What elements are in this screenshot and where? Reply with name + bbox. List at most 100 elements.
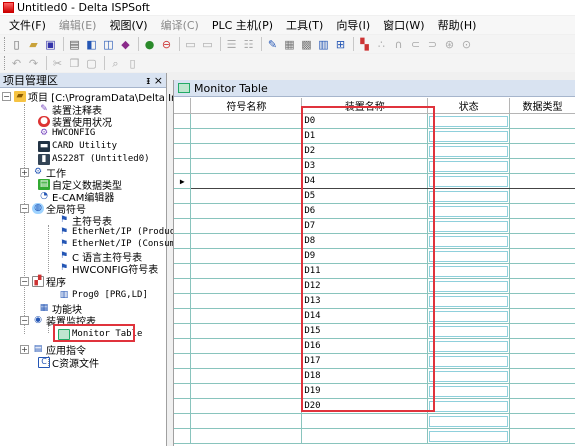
table-row[interactable]: D13 bbox=[174, 293, 575, 309]
row-header[interactable] bbox=[174, 413, 192, 429]
status-cell[interactable] bbox=[427, 428, 511, 444]
device-cell[interactable]: D13 bbox=[301, 293, 429, 309]
tree-item-hwconfig[interactable]: ⚙ HWCONFIG bbox=[38, 127, 95, 139]
status-field[interactable] bbox=[429, 235, 509, 247]
new-file-icon[interactable]: ▯ bbox=[9, 37, 24, 52]
device-cell[interactable]: D20 bbox=[301, 398, 429, 414]
device-cell[interactable] bbox=[301, 428, 429, 444]
row-header[interactable] bbox=[174, 233, 192, 249]
tree-item-c-resources[interactable]: C C资源文件 bbox=[38, 356, 99, 370]
table-row[interactable]: D9 bbox=[174, 248, 575, 264]
table-row[interactable]: D18 bbox=[174, 368, 575, 384]
device-cell[interactable]: D15 bbox=[301, 323, 429, 339]
datatype-cell[interactable] bbox=[509, 398, 575, 414]
tree-item-device-usage[interactable]: ● 装置使用状况 bbox=[38, 115, 112, 129]
device-cell[interactable]: D17 bbox=[301, 353, 429, 369]
datatype-cell[interactable] bbox=[509, 143, 575, 159]
status-field[interactable] bbox=[429, 160, 509, 172]
datatype-cell[interactable] bbox=[509, 428, 575, 444]
symbol-cell[interactable] bbox=[190, 188, 303, 204]
symbol-cell[interactable] bbox=[190, 248, 303, 264]
datatype-cell[interactable] bbox=[509, 248, 575, 264]
book-icon[interactable]: ◆ bbox=[118, 37, 133, 52]
symbol-cell[interactable] bbox=[190, 203, 303, 219]
stop-icon[interactable]: ⊖ bbox=[159, 37, 174, 52]
device-cell[interactable]: D6 bbox=[301, 203, 429, 219]
status-cell[interactable] bbox=[427, 368, 511, 384]
status-cell[interactable] bbox=[427, 278, 511, 294]
collapse-icon[interactable]: − bbox=[2, 91, 11, 101]
status-cell[interactable] bbox=[427, 383, 511, 399]
symbol-cell[interactable] bbox=[190, 398, 303, 414]
status-cell[interactable] bbox=[427, 263, 511, 279]
datatype-cell[interactable] bbox=[509, 293, 575, 309]
menu-item-1[interactable]: 编辑(E) bbox=[59, 17, 97, 33]
row-header[interactable] bbox=[174, 203, 192, 219]
device-cell[interactable]: D16 bbox=[301, 338, 429, 354]
status-cell[interactable] bbox=[427, 233, 511, 249]
table-row[interactable]: D16 bbox=[174, 338, 575, 354]
tree-item-app-instructions[interactable]: + ▤ 应用指令 bbox=[20, 343, 86, 357]
device-cell[interactable]: D4 bbox=[301, 173, 429, 189]
toolbar-grip[interactable] bbox=[4, 56, 7, 70]
table-row[interactable]: ▶ D4 bbox=[174, 173, 575, 189]
status-cell[interactable] bbox=[427, 158, 511, 174]
tree-item-program[interactable]: − ▞ 程序 bbox=[20, 275, 66, 289]
toolbar-grip[interactable] bbox=[4, 37, 7, 51]
row-header[interactable] bbox=[174, 308, 192, 324]
menu-item-3[interactable]: 编译(C) bbox=[161, 17, 199, 33]
symbol-cell[interactable] bbox=[190, 263, 303, 279]
table-row[interactable]: D5 bbox=[174, 188, 575, 204]
symbol-cell[interactable] bbox=[190, 233, 303, 249]
table-row[interactable]: D15 bbox=[174, 323, 575, 339]
device-cell[interactable]: D0 bbox=[301, 113, 429, 129]
print-icon[interactable]: ▤ bbox=[67, 37, 82, 52]
device-cell[interactable] bbox=[301, 413, 429, 429]
device-cell[interactable]: D18 bbox=[301, 368, 429, 384]
row-header[interactable] bbox=[174, 383, 192, 399]
monitor-icon[interactable]: ▩ bbox=[299, 37, 314, 52]
table-row[interactable]: D19 bbox=[174, 383, 575, 399]
online-edit-icon[interactable]: ✎ bbox=[265, 37, 280, 52]
datatype-cell[interactable] bbox=[509, 128, 575, 144]
device-cell[interactable]: D12 bbox=[301, 278, 429, 294]
row-header[interactable] bbox=[174, 278, 192, 294]
symbol-cell[interactable] bbox=[190, 338, 303, 354]
datatype-cell[interactable] bbox=[509, 113, 575, 129]
symbol-cell[interactable] bbox=[190, 413, 303, 429]
symbol-cell[interactable] bbox=[190, 113, 303, 129]
row-header[interactable] bbox=[174, 338, 192, 354]
save-icon[interactable]: ▣ bbox=[43, 37, 58, 52]
table-row[interactable]: D20 bbox=[174, 398, 575, 414]
status-cell[interactable] bbox=[427, 413, 511, 429]
status-cell[interactable] bbox=[427, 353, 511, 369]
symbol-cell[interactable] bbox=[190, 173, 303, 189]
table-row[interactable]: D3 bbox=[174, 158, 575, 174]
window-layout-icon[interactable]: ◧ bbox=[84, 37, 99, 52]
row-header[interactable] bbox=[174, 248, 192, 264]
symbol-cell[interactable] bbox=[190, 158, 303, 174]
datatype-cell[interactable] bbox=[509, 173, 575, 189]
status-field[interactable] bbox=[429, 370, 509, 382]
column-header-symbol[interactable]: 符号名称 bbox=[190, 98, 303, 114]
datatype-cell[interactable] bbox=[509, 338, 575, 354]
symbol-cell[interactable] bbox=[190, 128, 303, 144]
plc-settings-icon[interactable]: ▚ bbox=[357, 37, 372, 52]
datatype-cell[interactable] bbox=[509, 323, 575, 339]
row-header[interactable] bbox=[174, 323, 192, 339]
device-cell[interactable]: D14 bbox=[301, 308, 429, 324]
device-cell[interactable]: D11 bbox=[301, 263, 429, 279]
symbol-cell[interactable] bbox=[190, 323, 303, 339]
tree-item-card-utility[interactable]: ▬ CARD Utility bbox=[38, 140, 117, 152]
table-row[interactable]: D0 bbox=[174, 113, 575, 129]
symbol-cell[interactable] bbox=[190, 143, 303, 159]
menu-item-0[interactable]: 文件(F) bbox=[9, 17, 46, 33]
device-cell[interactable]: D7 bbox=[301, 218, 429, 234]
status-field[interactable] bbox=[429, 205, 509, 217]
status-cell[interactable] bbox=[427, 338, 511, 354]
status-field[interactable] bbox=[429, 220, 509, 232]
menu-item-8[interactable]: 帮助(H) bbox=[438, 17, 477, 33]
table-row[interactable]: D12 bbox=[174, 278, 575, 294]
menu-item-7[interactable]: 窗口(W) bbox=[383, 17, 424, 33]
status-field[interactable] bbox=[429, 340, 509, 352]
